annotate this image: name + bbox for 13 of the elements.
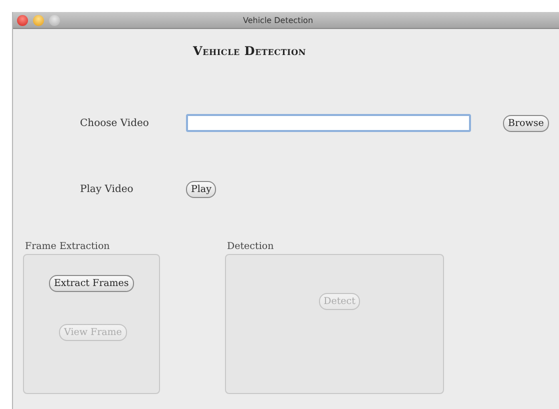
browse-button[interactable]: Browse <box>503 114 549 132</box>
field-label: Choose Video <box>79 118 150 128</box>
video-path-field[interactable] <box>186 114 471 132</box>
play-button[interactable]: Play <box>186 180 216 198</box>
page-heading: Vehicle Detection <box>193 44 307 58</box>
panel-title: Frame Extraction <box>24 241 111 254</box>
panel-title: Detection <box>226 241 275 254</box>
minimize-button[interactable] <box>33 14 44 26</box>
action-button[interactable]: Extract Frames <box>49 275 134 292</box>
zoom-button[interactable] <box>49 14 60 26</box>
field-label: Play Video <box>79 184 134 194</box>
window-title: Vehicle Detection <box>243 16 313 24</box>
close-button[interactable] <box>17 14 28 26</box>
